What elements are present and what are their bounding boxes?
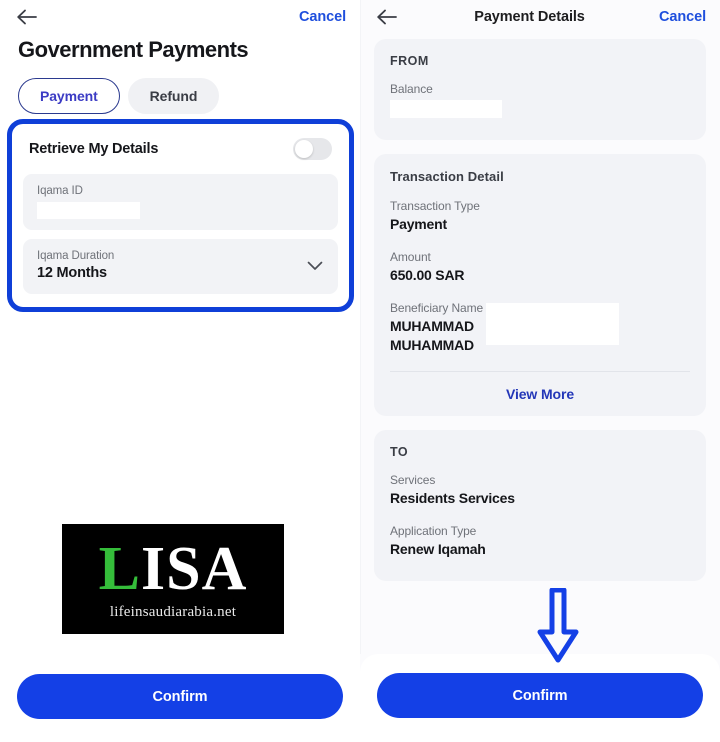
transaction-type-label: Transaction Type xyxy=(390,199,480,213)
services-label: Services xyxy=(390,473,436,487)
beneficiary-name-value: MUHAMMAD MUHAMMAD xyxy=(390,318,474,353)
amount-label: Amount xyxy=(390,250,431,264)
lisa-letter-l: L xyxy=(98,534,141,603)
left-cancel-button[interactable]: Cancel xyxy=(299,9,346,25)
payment-refund-segmented-control: Payment Refund xyxy=(0,63,360,114)
amount-value: 650.00 SAR xyxy=(390,267,465,283)
view-more-link[interactable]: View More xyxy=(390,372,690,402)
left-navbar: Cancel xyxy=(0,0,360,33)
right-bottom-bar: Confirm xyxy=(360,654,720,742)
tab-payment[interactable]: Payment xyxy=(18,78,120,114)
retrieve-my-details-card: Retrieve My Details Iqama ID Iqama Durat… xyxy=(7,119,354,312)
lisa-watermark-logo: L ISA lifeinsaudiarabia.net xyxy=(62,524,284,634)
iqama-duration-row: Iqama Duration 12 Months xyxy=(37,249,324,283)
right-confirm-button[interactable]: Confirm xyxy=(377,673,703,718)
beneficiary-name-row: Beneficiary Name MUHAMMAD MUHAMMAD xyxy=(390,300,690,355)
panel-seam-divider xyxy=(360,0,361,654)
iqama-id-redaction xyxy=(37,202,140,219)
beneficiary-name-redaction xyxy=(486,303,619,345)
chevron-down-icon[interactable] xyxy=(306,257,324,275)
iqama-duration-value: 12 Months xyxy=(37,265,107,281)
left-screen-government-payments: Cancel Government Payments Payment Refun… xyxy=(0,0,360,742)
services-value: Residents Services xyxy=(390,490,515,506)
toggle-knob xyxy=(295,140,313,158)
left-confirm-button[interactable]: Confirm xyxy=(17,674,343,719)
from-card: FROM Balance xyxy=(374,39,706,140)
payment-details-title: Payment Details xyxy=(474,8,585,25)
transaction-detail-card: Transaction Detail Transaction Type Paym… xyxy=(374,154,706,416)
application-type-label: Application Type xyxy=(390,524,477,538)
services-row: Services Residents Services xyxy=(390,472,690,508)
tab-refund[interactable]: Refund xyxy=(127,78,220,114)
transaction-type-value: Payment xyxy=(390,216,447,232)
back-icon[interactable] xyxy=(374,4,400,30)
balance-row: Balance xyxy=(390,81,690,118)
transaction-type-row: Transaction Type Payment xyxy=(390,198,690,234)
right-navbar: Payment Details Cancel xyxy=(360,0,720,33)
retrieve-my-details-header: Retrieve My Details xyxy=(23,138,338,160)
right-cancel-button[interactable]: Cancel xyxy=(659,9,706,25)
amount-row: Amount 650.00 SAR xyxy=(390,249,690,285)
page-title: Government Payments xyxy=(18,37,249,62)
lisa-tagline: lifeinsaudiarabia.net xyxy=(109,603,237,620)
application-type-row: Application Type Renew Iqamah xyxy=(390,523,690,559)
iqama-id-field[interactable]: Iqama ID xyxy=(23,174,338,230)
iqama-duration-label: Iqama Duration xyxy=(37,250,115,262)
transaction-detail-heading: Transaction Detail xyxy=(390,169,504,184)
retrieve-my-details-toggle[interactable] xyxy=(293,138,332,160)
application-type-value: Renew Iqamah xyxy=(390,541,486,557)
to-card-heading: TO xyxy=(390,445,409,459)
balance-label: Balance xyxy=(390,82,433,96)
right-screen-payment-details: Payment Details Cancel FROM Balance Tran… xyxy=(360,0,720,742)
from-card-heading: FROM xyxy=(390,54,429,68)
iqama-duration-text: Iqama Duration 12 Months xyxy=(37,249,114,283)
to-card: TO Services Residents Services Applicati… xyxy=(374,430,706,581)
dual-screenshot-composite: Cancel Government Payments Payment Refun… xyxy=(0,0,720,742)
back-icon[interactable] xyxy=(14,4,40,30)
iqama-id-label: Iqama ID xyxy=(37,185,83,197)
left-bottom-bar: Confirm xyxy=(0,654,360,742)
iqama-duration-dropdown[interactable]: Iqama Duration 12 Months xyxy=(23,239,338,294)
balance-redaction xyxy=(390,100,502,118)
retrieve-my-details-title: Retrieve My Details xyxy=(29,141,159,157)
lisa-wordmark: L ISA xyxy=(99,538,248,600)
lisa-letters-isa: ISA xyxy=(140,534,248,603)
